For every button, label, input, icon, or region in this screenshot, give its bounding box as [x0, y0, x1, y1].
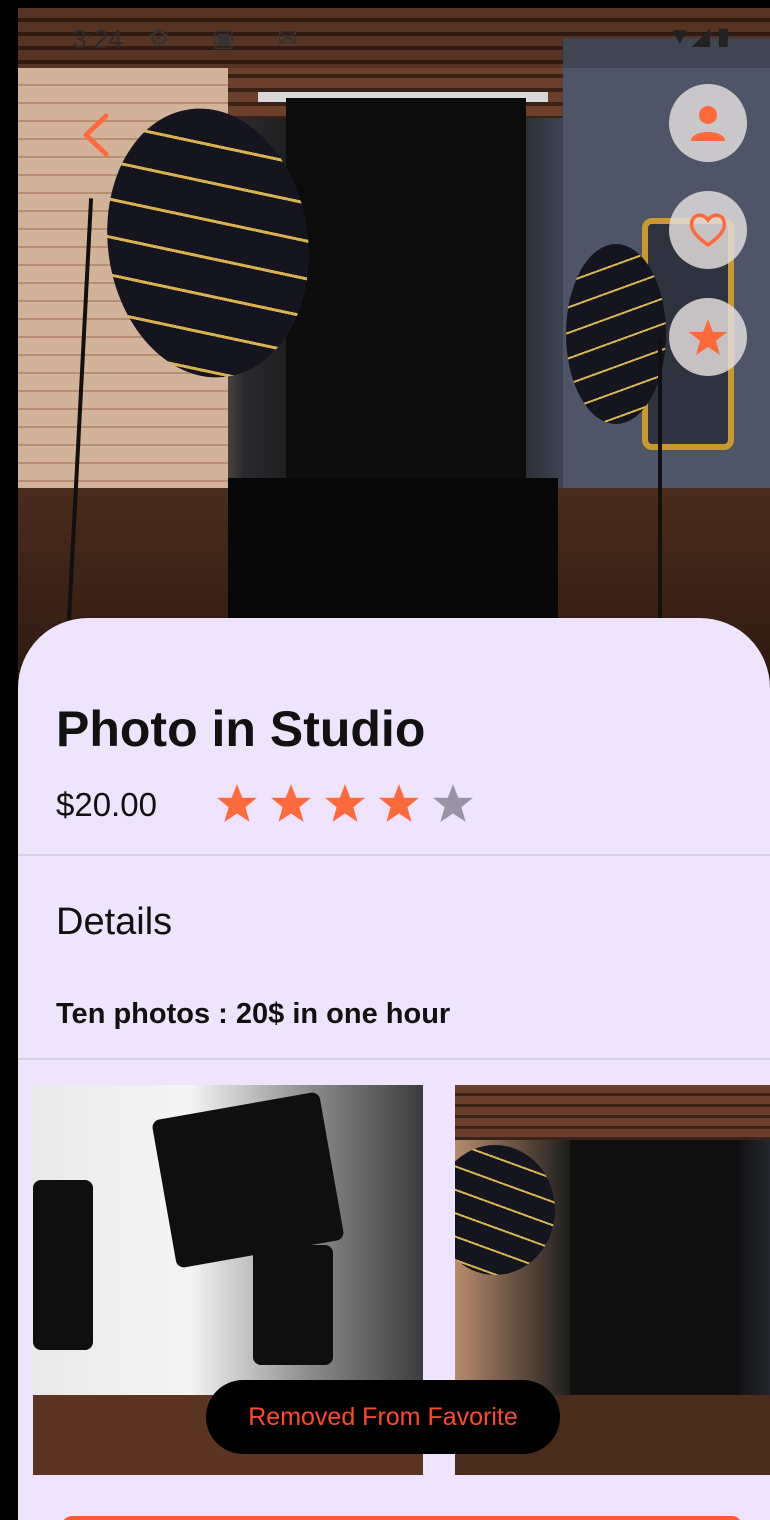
heart-outline-icon	[689, 213, 727, 248]
ceiling-beams	[455, 1085, 770, 1140]
rating-stars[interactable]	[216, 782, 474, 824]
profile-button[interactable]	[669, 84, 747, 162]
details-heading: Details	[56, 901, 173, 943]
status-system-icons: ▼◢ ▮	[667, 23, 730, 50]
softbox	[33, 1180, 93, 1350]
chevron-left-icon	[83, 113, 109, 157]
divider	[18, 854, 770, 856]
softbox	[151, 1091, 345, 1269]
umbrella-light	[455, 1145, 555, 1275]
softbox	[253, 1245, 333, 1365]
hero-image	[18, 8, 770, 708]
product-title: Photo in Studio	[56, 701, 426, 757]
status-bar: 3:24 ⚙ ▣ ✉ ▼◢ ▮	[18, 8, 770, 68]
book-button[interactable]	[62, 1516, 742, 1520]
toast-message: Removed From Favorite	[206, 1380, 560, 1454]
details-text: Ten photos : 20$ in one hour	[56, 998, 451, 1030]
person-icon	[691, 106, 725, 141]
divider	[18, 1058, 770, 1060]
right-umbrella-light	[566, 244, 666, 424]
rating-star-icon[interactable]	[216, 782, 258, 824]
status-notification-icons: ⚙ ▣ ✉	[148, 25, 316, 52]
rate-button[interactable]	[669, 298, 747, 376]
star-icon	[689, 319, 727, 355]
backdrop	[570, 1140, 740, 1420]
back-button[interactable]	[76, 110, 116, 160]
app-screen: 3:24 ⚙ ▣ ✉ ▼◢ ▮ Photo in Studio $20.00 D…	[18, 8, 770, 1520]
rating-star-icon[interactable]	[324, 782, 366, 824]
rating-star-icon[interactable]	[378, 782, 420, 824]
status-time: 3:24	[72, 24, 123, 54]
rating-star-icon[interactable]	[270, 782, 312, 824]
product-price: $20.00	[56, 786, 157, 823]
rating-star-icon[interactable]	[432, 782, 474, 824]
favorite-button[interactable]	[669, 191, 747, 269]
